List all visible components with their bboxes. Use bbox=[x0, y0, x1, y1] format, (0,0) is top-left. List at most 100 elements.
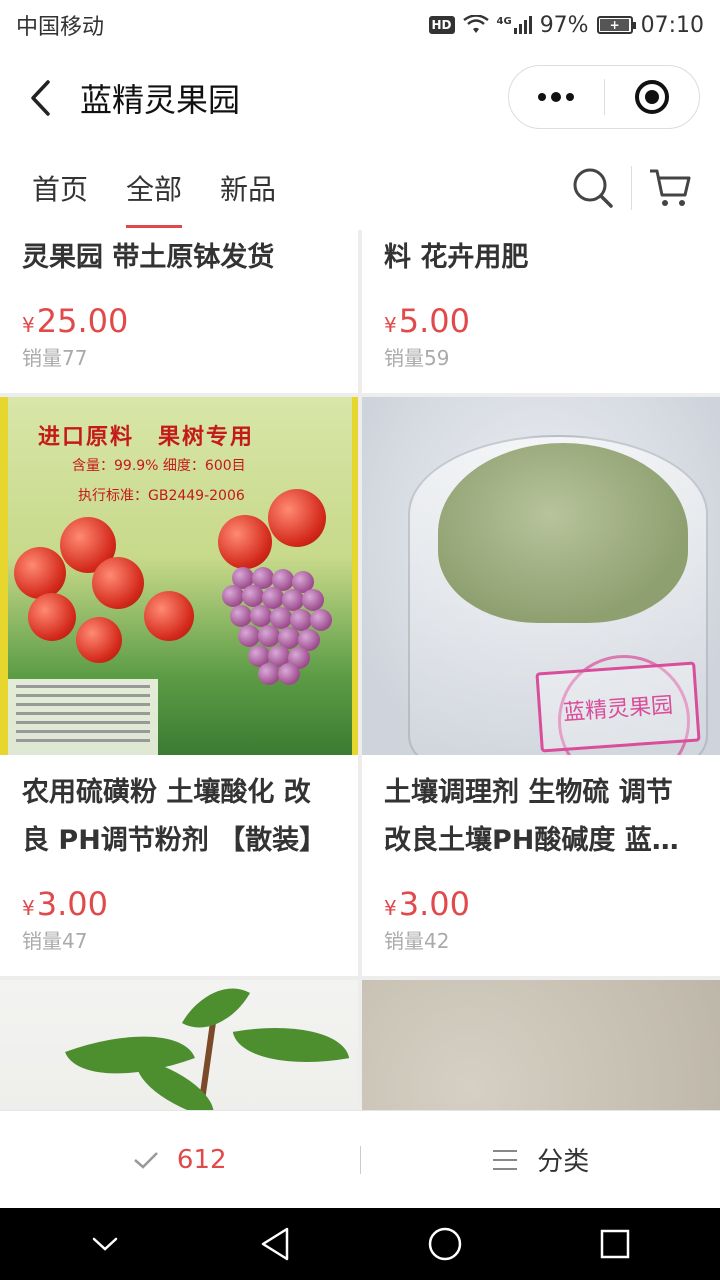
category-button[interactable]: 分类 bbox=[361, 1111, 720, 1208]
tab-all-label: 全部 bbox=[126, 173, 183, 206]
back-button[interactable] bbox=[0, 50, 80, 146]
charging-icon: + bbox=[609, 18, 620, 32]
product-title: 土壤调理剂 生物硫 调节改良土壤PH酸碱度 蓝精灵果园 bbox=[384, 777, 679, 856]
apple-image bbox=[76, 617, 122, 663]
product-sales: 销量77 bbox=[22, 346, 88, 370]
bag-banner-text: 进口原料 果树专用 bbox=[38, 425, 255, 450]
target-close-icon bbox=[634, 80, 669, 114]
apple-image bbox=[14, 547, 66, 599]
tab-new[interactable]: 新品 bbox=[220, 146, 276, 230]
wifi-icon bbox=[462, 15, 489, 33]
close-button[interactable] bbox=[605, 66, 700, 128]
nav-header: 蓝精灵果园 bbox=[0, 50, 720, 146]
cart-icon bbox=[650, 169, 691, 206]
product-card[interactable] bbox=[362, 980, 720, 1110]
apple-image bbox=[92, 557, 144, 609]
triangle-back-icon bbox=[261, 1227, 289, 1261]
carrier-name: 中国移动 bbox=[16, 15, 105, 40]
status-bar: 中国移动 HD 4G 97% + 07:10 bbox=[0, 0, 720, 50]
page-title: 蓝精灵果园 bbox=[80, 81, 241, 119]
apple-image bbox=[268, 489, 326, 547]
mini-program-capsule bbox=[508, 65, 700, 129]
system-recent-button[interactable] bbox=[575, 1208, 655, 1280]
price-value: 3.00 bbox=[398, 885, 470, 923]
product-image-seedling bbox=[0, 980, 358, 1110]
currency-symbol: ¥ bbox=[384, 896, 397, 920]
tab-home-label: 首页 bbox=[32, 173, 89, 206]
tab-bar: 首页 全部 新品 bbox=[0, 146, 720, 230]
product-price: ¥ 25.00 bbox=[22, 302, 336, 340]
chevron-left-icon bbox=[31, 80, 50, 116]
product-grid: 蓝莓两年苗 包杯成 蓝精灵果园 带土原钵发货 ¥ 25.00 销量77 斑得尔 … bbox=[0, 230, 720, 1110]
currency-symbol: ¥ bbox=[22, 896, 35, 920]
tab-actions-divider bbox=[631, 166, 632, 210]
product-card[interactable] bbox=[0, 980, 358, 1110]
system-nav-bar bbox=[0, 1208, 720, 1280]
bag-standard-text: 执行标准：GB2449-2006 bbox=[78, 488, 245, 504]
hd-badge: HD bbox=[428, 16, 455, 34]
product-image-sulfur-bag: 进口原料 果树专用 含量：99.9% 细度：600目 执行标准：GB2449-2… bbox=[0, 397, 358, 755]
product-count-button[interactable]: 612 bbox=[0, 1111, 360, 1208]
price-value: 3.00 bbox=[36, 885, 108, 923]
product-price: ¥ 5.00 bbox=[384, 302, 698, 340]
currency-symbol: ¥ bbox=[22, 313, 35, 337]
product-card[interactable]: 蓝精灵果园 土壤调理剂 生物硫 调节改良土壤PH酸碱度 蓝精灵果园 ¥ 3.00… bbox=[362, 397, 720, 976]
product-card[interactable]: 进口原料 果树专用 含量：99.9% 细度：600目 执行标准：GB2449-2… bbox=[0, 397, 358, 976]
stamp-text: 蓝精灵果园 bbox=[562, 693, 674, 726]
tab-home[interactable]: 首页 bbox=[32, 146, 88, 230]
system-home-button[interactable] bbox=[405, 1208, 485, 1280]
product-sales: 销量59 bbox=[384, 346, 450, 370]
hide-nav-button[interactable] bbox=[65, 1208, 145, 1280]
apple-image bbox=[144, 591, 194, 641]
product-title: 斑得尔 蓝莓专用 水溶肥料 花卉用肥 bbox=[384, 242, 529, 273]
leaf-image bbox=[232, 1012, 350, 1078]
product-info: 蓝莓两年苗 包杯成 蓝精灵果园 带土原钵发货 ¥ 25.00 销量77 bbox=[0, 230, 358, 393]
list-icon bbox=[493, 1149, 518, 1170]
tab-actions bbox=[563, 146, 700, 230]
battery-icon: + bbox=[596, 16, 636, 34]
currency-symbol: ¥ bbox=[384, 313, 397, 337]
price-value: 5.00 bbox=[398, 302, 470, 340]
product-image-powder-glass: 蓝精灵果园 bbox=[362, 397, 720, 755]
product-count: 612 bbox=[176, 1144, 227, 1175]
status-indicators: HD 4G 97% + 07:10 bbox=[428, 12, 704, 38]
product-info: 土壤调理剂 生物硫 调节改良土壤PH酸碱度 蓝精灵果园 ¥ 3.00 销量42 bbox=[362, 755, 720, 976]
product-sales: 销量47 bbox=[22, 929, 88, 953]
bag-label-panel bbox=[8, 679, 158, 755]
search-icon bbox=[573, 168, 613, 208]
bottom-bar: 612 分类 bbox=[0, 1110, 720, 1208]
price-value: 25.00 bbox=[36, 302, 129, 340]
clock: 07:10 bbox=[640, 12, 704, 38]
tab-all[interactable]: 全部 bbox=[126, 146, 183, 230]
product-row bbox=[0, 980, 720, 1110]
product-card[interactable]: 蓝莓两年苗 包杯成 蓝精灵果园 带土原钵发货 ¥ 25.00 销量77 bbox=[0, 230, 358, 393]
product-row: 进口原料 果树专用 含量：99.9% 细度：600目 执行标准：GB2449-2… bbox=[0, 397, 720, 976]
product-row: 蓝莓两年苗 包杯成 蓝精灵果园 带土原钵发货 ¥ 25.00 销量77 斑得尔 … bbox=[0, 230, 720, 393]
check-icon bbox=[134, 1151, 158, 1169]
search-button[interactable] bbox=[563, 158, 623, 218]
product-image-soil bbox=[362, 980, 720, 1110]
circle-home-icon bbox=[428, 1227, 462, 1261]
chevron-down-icon bbox=[92, 1237, 118, 1251]
bag-spec-text: 含量：99.9% 细度：600目 bbox=[72, 458, 246, 474]
cart-button[interactable] bbox=[640, 158, 700, 218]
product-card[interactable]: 斑得尔 蓝莓专用 水溶肥料 花卉用肥 ¥ 5.00 销量59 bbox=[362, 230, 720, 393]
product-title: 蓝莓两年苗 包杯成 蓝精灵果园 带土原钵发货 bbox=[22, 242, 275, 273]
system-back-button[interactable] bbox=[235, 1208, 315, 1280]
more-button[interactable] bbox=[509, 66, 604, 128]
battery-percent: 97% bbox=[539, 12, 589, 38]
powder-image bbox=[438, 443, 688, 623]
grape-bunch-image bbox=[222, 567, 342, 687]
signal-icon: 4G bbox=[497, 16, 532, 34]
square-recent-icon bbox=[600, 1229, 630, 1259]
apple-image bbox=[218, 515, 272, 569]
product-info: 斑得尔 蓝莓专用 水溶肥料 花卉用肥 ¥ 5.00 销量59 bbox=[362, 230, 720, 393]
product-grid-content: 蓝莓两年苗 包杯成 蓝精灵果园 带土原钵发货 ¥ 25.00 销量77 斑得尔 … bbox=[0, 230, 720, 1110]
product-title: 农用硫磺粉 土壤酸化 改良 PH调节粉剂 【散装】 bbox=[22, 777, 327, 856]
category-label: 分类 bbox=[537, 1147, 590, 1177]
apple-image bbox=[28, 593, 76, 641]
network-type: 4G bbox=[496, 16, 512, 27]
product-price: ¥ 3.00 bbox=[384, 885, 698, 923]
tab-new-label: 新品 bbox=[220, 173, 277, 206]
watermark-stamp: 蓝精灵果园 bbox=[535, 661, 701, 753]
